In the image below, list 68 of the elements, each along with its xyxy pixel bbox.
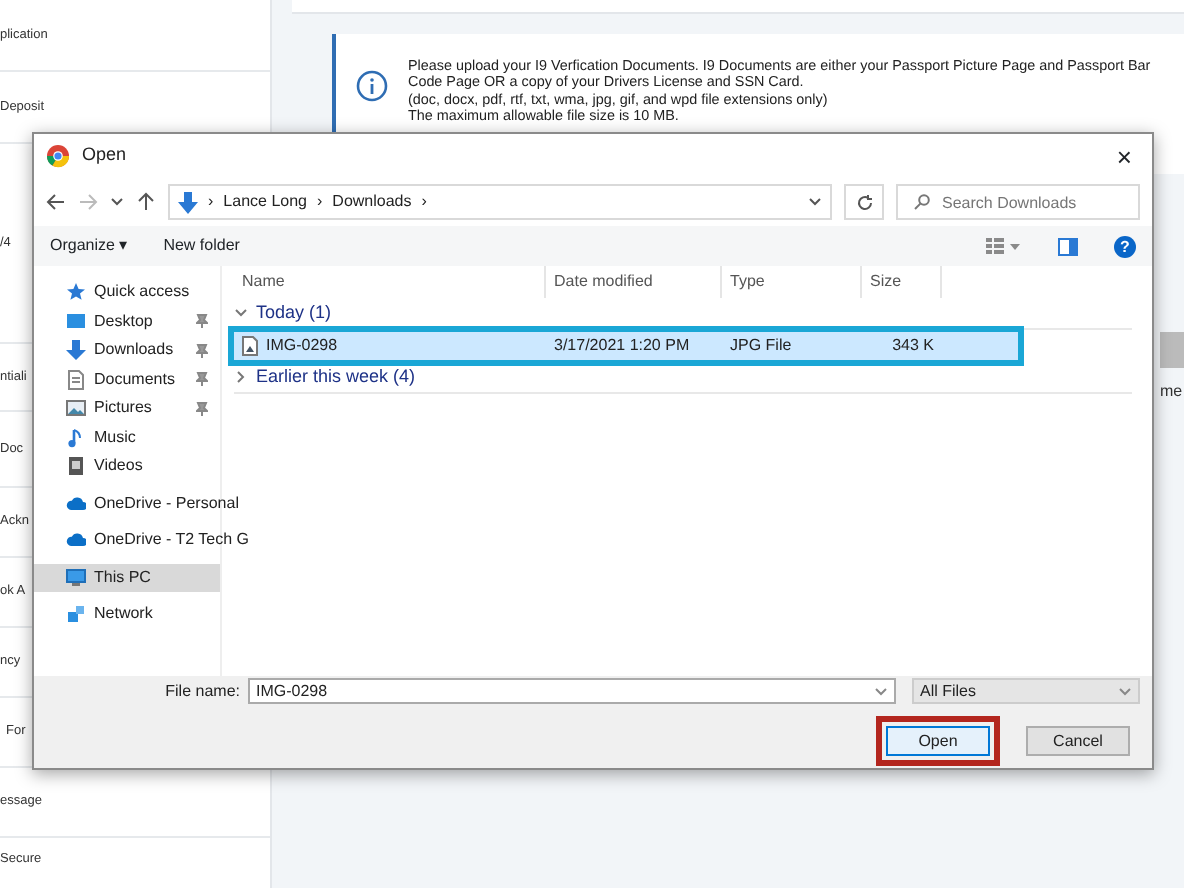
column-header[interactable]: Type	[722, 266, 862, 298]
desktop-icon	[66, 311, 86, 332]
search-field[interactable]: Search Downloads	[896, 184, 1140, 220]
nav-item[interactable]: Desktop	[34, 307, 220, 336]
nav-item[interactable]: Music	[34, 423, 220, 452]
breadcrumb-item[interactable]: Downloads	[332, 190, 412, 214]
chevron-down-icon[interactable]	[234, 306, 248, 320]
file-row[interactable]: IMG-0298 3/17/2021 1:20 PM JPG File 343 K	[234, 332, 1018, 360]
column-header[interactable]: Size	[862, 266, 942, 298]
preview-pane-icon[interactable]	[1058, 237, 1078, 255]
background-text: me	[1160, 380, 1183, 404]
file-name: IMG-0298	[266, 334, 338, 358]
up-arrow-icon[interactable]	[136, 192, 156, 212]
star-icon	[66, 282, 86, 303]
chevron-down-icon[interactable]	[808, 196, 822, 208]
monitor-icon	[66, 567, 86, 588]
nav-item[interactable]: Quick access	[34, 278, 220, 307]
nav-item[interactable]: Downloads	[34, 336, 220, 365]
nav-item[interactable]: Pictures	[34, 394, 220, 423]
download-arrow-icon	[178, 191, 198, 213]
close-button[interactable]: ×	[1116, 143, 1132, 169]
new-folder-button[interactable]: New folder	[163, 234, 240, 258]
refresh-icon	[855, 193, 873, 211]
breadcrumb-item[interactable]: Lance Long	[223, 190, 307, 214]
cloud-icon	[66, 530, 86, 551]
group-header[interactable]: Earlier this week (4)	[256, 363, 416, 391]
music-note-icon	[66, 427, 86, 448]
nav-item[interactable]: This PC	[34, 563, 220, 592]
chevron-down-icon	[1118, 685, 1132, 697]
chevron-down-icon	[874, 685, 888, 697]
file-type: JPG File	[728, 334, 794, 358]
file-date: 3/17/2021 1:20 PM	[552, 334, 692, 358]
file-type-dropdown[interactable]: All Files	[912, 678, 1140, 704]
file-name-label: File name:	[165, 679, 240, 703]
nav-item[interactable]: Documents	[34, 365, 220, 394]
help-button[interactable]: ?	[1114, 235, 1136, 257]
column-header[interactable]: Date modified	[546, 266, 722, 298]
nav-item[interactable]: OneDrive - T2 Tech G	[34, 526, 250, 555]
network-icon	[66, 604, 86, 625]
document-icon	[66, 369, 86, 390]
breadcrumb-separator: ›	[317, 190, 323, 214]
chevron-down-icon[interactable]	[110, 196, 124, 208]
cancel-button[interactable]: Cancel	[1026, 726, 1130, 756]
view-options-icon[interactable]	[986, 238, 1022, 254]
refresh-button[interactable]	[844, 184, 884, 220]
search-icon	[914, 194, 930, 210]
breadcrumb-separator: ›	[421, 190, 427, 214]
file-name-field[interactable]: IMG-0298	[248, 678, 896, 704]
info-icon	[356, 70, 388, 102]
download-arrow-icon	[66, 340, 86, 361]
nav-item[interactable]: OneDrive - Personal	[34, 489, 239, 518]
organize-menu[interactable]: Organize ▾	[50, 234, 128, 258]
chevron-right-icon[interactable]	[234, 370, 248, 384]
column-header[interactable]: Name	[234, 266, 546, 298]
window-title: Open	[82, 142, 127, 169]
group-header[interactable]: Today (1)	[256, 299, 332, 327]
file-size: 343 K	[890, 334, 936, 358]
address-bar[interactable]: › Lance Long › Downloads ›	[168, 184, 832, 220]
cloud-icon	[66, 493, 86, 514]
nav-item[interactable]: Videos	[34, 452, 220, 481]
film-icon	[66, 456, 86, 477]
breadcrumb-separator: ›	[208, 190, 214, 214]
nav-item[interactable]: Network	[34, 600, 220, 629]
browser-logo-icon	[46, 144, 70, 168]
picture-icon	[66, 398, 86, 419]
image-file-icon	[242, 336, 258, 356]
back-arrow-icon[interactable]	[46, 192, 66, 212]
open-button[interactable]: Open	[886, 726, 990, 756]
